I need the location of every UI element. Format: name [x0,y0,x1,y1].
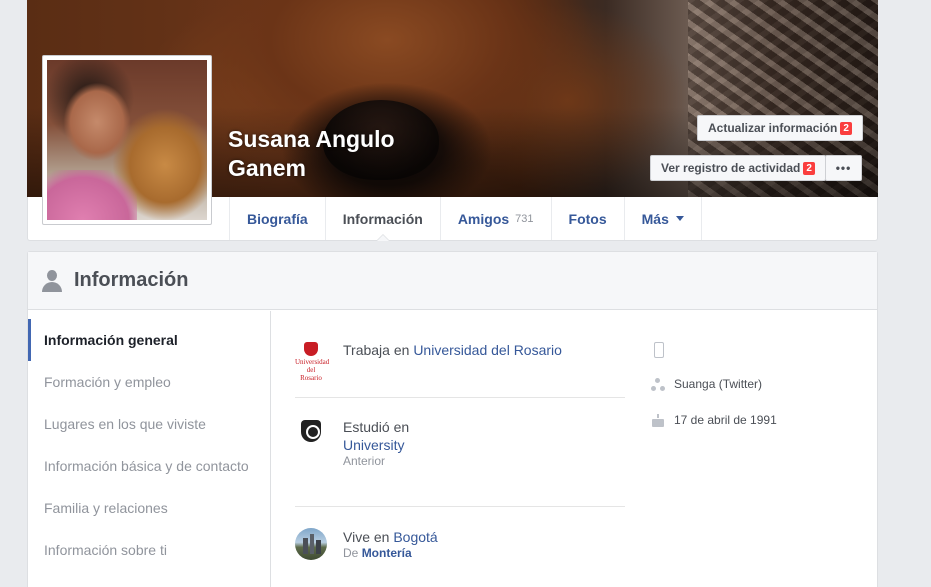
phone-row [651,342,871,358]
info-header: Información [28,252,877,310]
profile-picture-detail [47,170,137,220]
twitter-row: Suanga (Twitter) [651,377,871,391]
university-logo-icon[interactable]: Universidad del Rosario [295,341,329,382]
tab-label: Más [641,210,669,227]
activity-log-label: Ver registro de actividad [661,161,801,175]
tab-mas[interactable]: Más [623,197,702,240]
study-prefix: Estudió en [343,419,410,435]
sidebar-item-sobre-ti[interactable]: Información sobre ti [28,529,270,571]
share-icon [651,377,665,391]
update-info-badge: 2 [840,122,852,135]
info-title[interactable]: Información [74,269,188,292]
from-prefix: De [343,546,362,560]
school-logo-icon[interactable] [295,418,327,450]
info-sidebar: Información general Formación y empleo L… [28,311,271,587]
tab-biografia[interactable]: Biografía [229,197,325,240]
city-photo-icon[interactable] [295,528,327,560]
birthday-value: 17 de abril de 1991 [674,413,777,427]
study-sub: Anterior [343,454,386,468]
from-link[interactable]: Montería [362,546,412,560]
activity-log-button[interactable]: Ver registro de actividad 2 [650,155,826,181]
info-card: Información Información general Formació… [27,251,878,587]
sidebar-item-lugares[interactable]: Lugares en los que viviste [28,403,270,445]
phone-icon [651,342,665,358]
study-link[interactable]: University [343,437,404,453]
lives-prefix: Vive en [343,529,394,545]
profile-name-line2: Ganem [228,155,306,181]
study-entry: Estudió en University Anterior [295,418,625,469]
profile-picture[interactable] [42,55,212,225]
friends-count: 731 [515,212,534,225]
lives-entry: Vive en Bogotá De Montería [295,528,625,561]
profile-tabs: Biografía Información Amigos 731 Fotos M… [229,197,702,241]
tab-fotos[interactable]: Fotos [550,197,624,240]
more-options-button[interactable]: ••• [825,155,862,181]
university-logo-text: Universidad del Rosario [295,358,330,382]
lives-text-block: Vive en Bogotá De Montería [343,528,438,561]
work-text: Trabaja en Universidad del Rosario [343,341,562,373]
tab-label: Biografía [247,210,308,227]
profile-picture-image [47,60,207,220]
sidebar-item-familia[interactable]: Familia y relaciones [28,487,270,529]
person-icon [42,269,62,292]
tab-amigos[interactable]: Amigos 731 [439,197,551,240]
overview-panel: Universidad del Rosario Trabaja en Unive… [271,311,877,587]
cake-icon [651,413,665,427]
twitter-value[interactable]: Suanga (Twitter) [674,377,762,391]
update-info-label: Actualizar información [708,121,838,135]
tab-label: Información [342,210,423,227]
work-link[interactable]: Universidad del Rosario [413,342,562,358]
sidebar-item-formacion-empleo[interactable]: Formación y empleo [28,361,270,403]
work-prefix: Trabaja en [343,342,414,358]
divider [295,506,625,507]
lives-link[interactable]: Bogotá [393,529,437,545]
activity-log-badge: 2 [803,162,815,175]
update-info-button[interactable]: Actualizar información 2 [697,115,863,141]
tab-label: Fotos [568,210,607,227]
sidebar-item-contacto[interactable]: Información básica y de contacto [28,445,270,487]
profile-name-line1: Susana Angulo [228,126,395,152]
birthday-row: 17 de abril de 1991 [651,413,871,427]
sidebar-item-informacion-general[interactable]: Información general [28,319,270,361]
profile-name[interactable]: Susana Angulo Ganem [228,125,395,183]
more-options-icon: ••• [835,161,852,175]
tab-informacion[interactable]: Información [324,197,440,241]
study-text-block: Estudió en University Anterior [343,418,409,469]
divider [295,397,625,398]
caret-down-icon [675,216,684,221]
work-entry: Universidad del Rosario Trabaja en Unive… [295,341,625,382]
tab-label: Amigos [457,210,510,227]
